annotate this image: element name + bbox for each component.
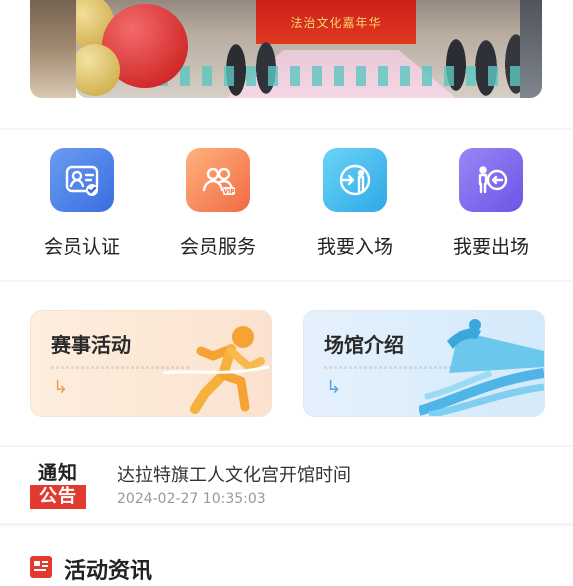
section-title: 活动资讯 <box>64 559 153 584</box>
balloon-gold <box>76 44 120 96</box>
member-service-button[interactable]: VIP 会员服务 <box>163 148 273 259</box>
banner-image[interactable]: 法治文化嘉年华 <box>76 0 538 98</box>
exit-venue-icon <box>459 148 523 212</box>
member-service-label: 会员服务 <box>179 236 256 258</box>
exit-venue-button[interactable]: 我要出场 <box>436 148 546 259</box>
member-service-icon: VIP <box>186 148 250 212</box>
venue-intro-card[interactable]: 场馆介绍 ↳ <box>303 310 545 417</box>
arrow-turn-icon: ↳ <box>53 377 69 398</box>
svg-text:VIP: VIP <box>223 189 235 196</box>
runner-icon <box>162 326 270 414</box>
exit-venue-label: 我要出场 <box>452 236 529 258</box>
notice-time: 2024-02-27 10:35:03 <box>117 491 266 507</box>
events-card[interactable]: 赛事活动 ↳ <box>30 310 272 417</box>
events-card-title: 赛事活动 <box>51 333 131 357</box>
notice-bar[interactable]: 通知 公告 达拉特旗工人文化宫开馆时间 2024-02-27 10:35:03 <box>0 447 573 523</box>
enter-venue-button[interactable]: 我要入场 <box>300 148 410 259</box>
chairs <box>136 66 536 86</box>
notice-badge-top: 通知 <box>37 462 78 484</box>
member-verify-button[interactable]: 会员认证 <box>27 148 137 259</box>
banner-prev-slide[interactable] <box>30 0 76 98</box>
enter-venue-label: 我要入场 <box>316 236 393 258</box>
feature-cards: 赛事活动 ↳ 场馆介绍 ↳ <box>0 282 573 445</box>
crowd <box>216 20 536 98</box>
quick-menu: 会员认证 VIP 会员服务 我要入场 我要出场 <box>0 130 573 280</box>
track-icon <box>419 319 544 416</box>
notice-badge: 通知 公告 <box>30 461 86 509</box>
arrow-turn-icon: ↳ <box>326 377 342 398</box>
member-verify-icon <box>50 148 114 212</box>
notice-badge-bottom: 公告 <box>30 485 86 509</box>
notice-title[interactable]: 达拉特旗工人文化宫开馆时间 <box>117 461 351 487</box>
member-verify-label: 会员认证 <box>43 236 120 258</box>
banner-carousel[interactable]: 法治文化嘉年华 <box>0 0 573 128</box>
enter-venue-icon <box>323 148 387 212</box>
news-section: 活动资讯 <box>0 526 573 586</box>
banner-next-slide[interactable] <box>520 0 542 98</box>
venue-card-title: 场馆介绍 <box>324 333 404 357</box>
